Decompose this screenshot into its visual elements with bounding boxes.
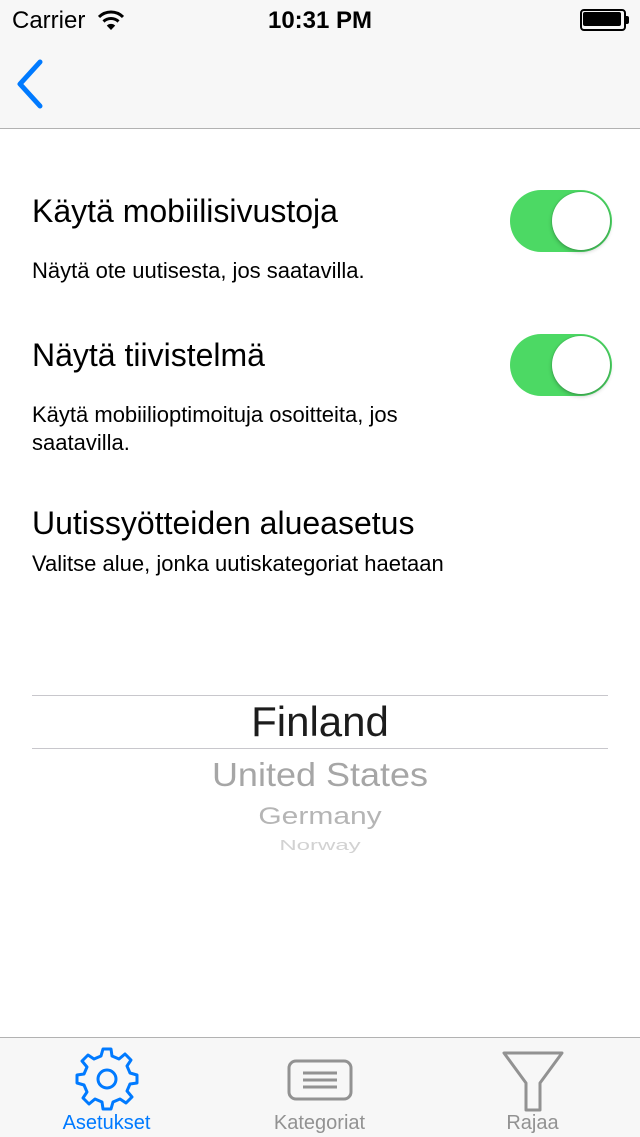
list-icon: [287, 1059, 353, 1101]
tab-label: Rajaa: [506, 1112, 559, 1134]
toggle-knob: [552, 192, 610, 250]
navigation-bar: [0, 40, 640, 129]
tab-filter[interactable]: Rajaa: [426, 1038, 639, 1137]
picker-option[interactable]: United States: [0, 756, 640, 795]
setting-description-region: Valitse alue, jonka uutiskategoriat haet…: [32, 551, 444, 576]
status-bar: Carrier 10:31 PM: [0, 0, 640, 40]
mobile-sites-toggle[interactable]: [510, 190, 612, 252]
region-picker[interactable]: Finland United States Germany Norway: [0, 650, 640, 860]
chevron-left-icon: [17, 59, 43, 109]
picker-option[interactable]: Norway: [0, 838, 640, 855]
picker-option-selected[interactable]: Finland: [0, 698, 640, 746]
tab-categories[interactable]: Kategoriat: [213, 1038, 426, 1137]
summary-toggle[interactable]: [510, 334, 612, 396]
setting-title-region: Uutissyötteiden alueasetus: [32, 505, 415, 541]
tab-label: Kategoriat: [273, 1112, 366, 1134]
tab-bar: Asetukset Kategoriat Rajaa: [0, 1037, 640, 1137]
tab-label: Asetukset: [62, 1112, 151, 1134]
setting-title-summary: Näytä tiivistelmä: [32, 337, 265, 373]
filter-icon: [502, 1051, 564, 1112]
toggle-knob: [552, 336, 610, 394]
status-time: 10:31 PM: [267, 7, 373, 34]
tab-settings[interactable]: Asetukset: [0, 1038, 213, 1137]
picker-option[interactable]: Germany: [0, 803, 640, 830]
setting-description-mobile-sites: Näytä ote uutisesta, jos saatavilla.: [32, 258, 365, 283]
battery-icon: [580, 9, 629, 31]
setting-description-summary: Käytä mobiilioptimoituja osoitteita, jos…: [32, 402, 398, 455]
gear-icon: [75, 1047, 139, 1111]
back-button[interactable]: [8, 56, 60, 112]
setting-title-mobile-sites: Käytä mobiilisivustoja: [32, 193, 338, 229]
picker-selection-top-line: [32, 695, 608, 696]
picker-selection-bottom-line: [32, 748, 608, 749]
